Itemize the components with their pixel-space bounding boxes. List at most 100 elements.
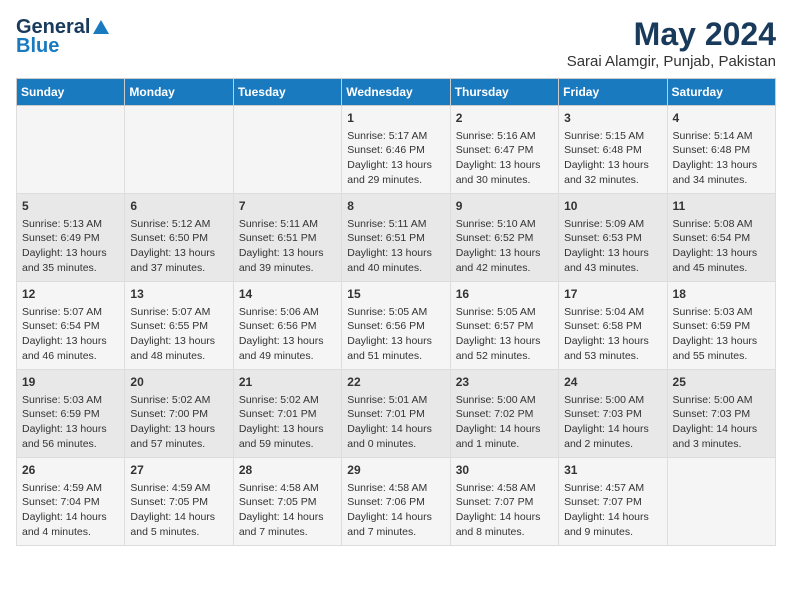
- calendar-day-3: 3Sunrise: 5:15 AMSunset: 6:48 PMDaylight…: [559, 106, 667, 194]
- day-info: Sunset: 6:59 PM: [673, 319, 770, 334]
- day-info: Sunrise: 4:58 AM: [347, 481, 444, 496]
- day-info: and 34 minutes.: [673, 173, 770, 188]
- day-number: 13: [130, 286, 227, 303]
- day-info: and 2 minutes.: [564, 437, 661, 452]
- day-info: and 3 minutes.: [673, 437, 770, 452]
- day-info: and 0 minutes.: [347, 437, 444, 452]
- day-info: Sunset: 6:47 PM: [456, 143, 553, 158]
- day-info: Sunrise: 5:02 AM: [130, 393, 227, 408]
- day-info: Sunset: 6:54 PM: [22, 319, 119, 334]
- calendar-day-16: 16Sunrise: 5:05 AMSunset: 6:57 PMDayligh…: [450, 282, 558, 370]
- day-info: Sunrise: 5:17 AM: [347, 129, 444, 144]
- day-info: Daylight: 13 hours: [564, 158, 661, 173]
- day-info: and 49 minutes.: [239, 349, 336, 364]
- day-info: and 8 minutes.: [456, 525, 553, 540]
- day-number: 29: [347, 462, 444, 479]
- day-info: and 55 minutes.: [673, 349, 770, 364]
- day-number: 2: [456, 110, 553, 127]
- day-number: 5: [22, 198, 119, 215]
- day-info: Daylight: 13 hours: [347, 334, 444, 349]
- day-info: Sunset: 7:07 PM: [564, 495, 661, 510]
- day-number: 15: [347, 286, 444, 303]
- day-info: Daylight: 13 hours: [347, 246, 444, 261]
- calendar-empty-cell: [667, 458, 775, 546]
- calendar-day-4: 4Sunrise: 5:14 AMSunset: 6:48 PMDaylight…: [667, 106, 775, 194]
- day-info: Sunset: 6:46 PM: [347, 143, 444, 158]
- day-info: Daylight: 14 hours: [130, 510, 227, 525]
- day-info: Daylight: 13 hours: [673, 246, 770, 261]
- day-info: Daylight: 14 hours: [22, 510, 119, 525]
- day-info: Sunset: 7:03 PM: [673, 407, 770, 422]
- calendar-day-2: 2Sunrise: 5:16 AMSunset: 6:47 PMDaylight…: [450, 106, 558, 194]
- day-info: Daylight: 13 hours: [239, 422, 336, 437]
- day-number: 11: [673, 198, 770, 215]
- day-info: and 59 minutes.: [239, 437, 336, 452]
- subtitle: Sarai Alamgir, Punjab, Pakistan: [567, 53, 776, 70]
- calendar-day-27: 27Sunrise: 4:59 AMSunset: 7:05 PMDayligh…: [125, 458, 233, 546]
- calendar-day-17: 17Sunrise: 5:04 AMSunset: 6:58 PMDayligh…: [559, 282, 667, 370]
- day-info: Sunrise: 5:16 AM: [456, 129, 553, 144]
- calendar-day-20: 20Sunrise: 5:02 AMSunset: 7:00 PMDayligh…: [125, 370, 233, 458]
- day-info: Sunrise: 5:07 AM: [130, 305, 227, 320]
- day-info: Daylight: 14 hours: [564, 422, 661, 437]
- day-info: and 45 minutes.: [673, 261, 770, 276]
- day-info: Daylight: 13 hours: [22, 334, 119, 349]
- day-info: Daylight: 14 hours: [456, 510, 553, 525]
- day-info: Sunrise: 4:59 AM: [130, 481, 227, 496]
- day-info: and 48 minutes.: [130, 349, 227, 364]
- calendar-day-8: 8Sunrise: 5:11 AMSunset: 6:51 PMDaylight…: [342, 194, 450, 282]
- day-info: Sunrise: 5:07 AM: [22, 305, 119, 320]
- day-number: 3: [564, 110, 661, 127]
- day-info: and 52 minutes.: [456, 349, 553, 364]
- day-number: 21: [239, 374, 336, 391]
- calendar-week-row: 19Sunrise: 5:03 AMSunset: 6:59 PMDayligh…: [17, 370, 776, 458]
- day-info: Sunrise: 4:58 AM: [456, 481, 553, 496]
- calendar-day-25: 25Sunrise: 5:00 AMSunset: 7:03 PMDayligh…: [667, 370, 775, 458]
- day-number: 28: [239, 462, 336, 479]
- day-info: Sunrise: 5:00 AM: [673, 393, 770, 408]
- day-number: 10: [564, 198, 661, 215]
- day-info: Sunrise: 5:09 AM: [564, 217, 661, 232]
- day-info: Sunrise: 5:01 AM: [347, 393, 444, 408]
- calendar-day-7: 7Sunrise: 5:11 AMSunset: 6:51 PMDaylight…: [233, 194, 341, 282]
- day-number: 20: [130, 374, 227, 391]
- calendar-day-15: 15Sunrise: 5:05 AMSunset: 6:56 PMDayligh…: [342, 282, 450, 370]
- day-info: Sunrise: 5:00 AM: [564, 393, 661, 408]
- main-title: May 2024: [567, 16, 776, 53]
- calendar-day-22: 22Sunrise: 5:01 AMSunset: 7:01 PMDayligh…: [342, 370, 450, 458]
- day-info: and 53 minutes.: [564, 349, 661, 364]
- day-info: Sunset: 7:03 PM: [564, 407, 661, 422]
- calendar-empty-cell: [17, 106, 125, 194]
- day-info: Daylight: 13 hours: [456, 246, 553, 261]
- day-number: 14: [239, 286, 336, 303]
- day-info: and 4 minutes.: [22, 525, 119, 540]
- day-info: Sunrise: 4:58 AM: [239, 481, 336, 496]
- day-info: and 30 minutes.: [456, 173, 553, 188]
- day-info: Sunrise: 5:15 AM: [564, 129, 661, 144]
- day-info: and 9 minutes.: [564, 525, 661, 540]
- day-info: and 35 minutes.: [22, 261, 119, 276]
- day-info: Sunrise: 5:13 AM: [22, 217, 119, 232]
- day-info: and 29 minutes.: [347, 173, 444, 188]
- day-info: Daylight: 13 hours: [130, 334, 227, 349]
- header-monday: Monday: [125, 79, 233, 106]
- day-info: Daylight: 14 hours: [564, 510, 661, 525]
- day-info: Sunrise: 5:11 AM: [347, 217, 444, 232]
- day-number: 23: [456, 374, 553, 391]
- header-tuesday: Tuesday: [233, 79, 341, 106]
- day-number: 6: [130, 198, 227, 215]
- day-info: Daylight: 14 hours: [347, 422, 444, 437]
- day-info: Sunset: 6:56 PM: [239, 319, 336, 334]
- day-info: Daylight: 14 hours: [456, 422, 553, 437]
- calendar-day-6: 6Sunrise: 5:12 AMSunset: 6:50 PMDaylight…: [125, 194, 233, 282]
- day-info: Sunset: 6:56 PM: [347, 319, 444, 334]
- calendar-table: SundayMondayTuesdayWednesdayThursdayFrid…: [16, 78, 776, 546]
- calendar-day-23: 23Sunrise: 5:00 AMSunset: 7:02 PMDayligh…: [450, 370, 558, 458]
- calendar-day-31: 31Sunrise: 4:57 AMSunset: 7:07 PMDayligh…: [559, 458, 667, 546]
- header-wednesday: Wednesday: [342, 79, 450, 106]
- day-info: Daylight: 13 hours: [130, 422, 227, 437]
- calendar-day-11: 11Sunrise: 5:08 AMSunset: 6:54 PMDayligh…: [667, 194, 775, 282]
- day-info: Sunrise: 5:02 AM: [239, 393, 336, 408]
- calendar-day-24: 24Sunrise: 5:00 AMSunset: 7:03 PMDayligh…: [559, 370, 667, 458]
- day-info: Sunset: 7:04 PM: [22, 495, 119, 510]
